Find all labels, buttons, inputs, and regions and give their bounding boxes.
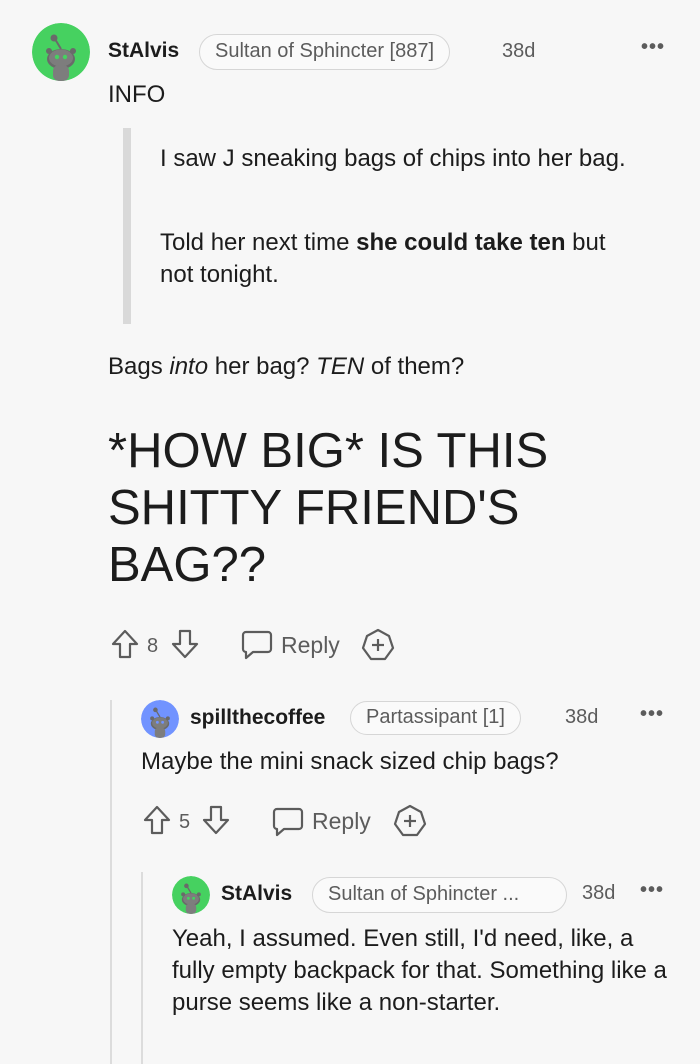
upvote-icon[interactable] [110,628,140,660]
avatar[interactable] [141,700,179,738]
thread-line[interactable] [110,700,112,1064]
blockquote-paragraph: Told her next time she could take ten bu… [160,229,606,288]
comment-text-line: Bags into her bag? TEN of them? [108,353,465,380]
bold-text: she could take ten [356,229,566,256]
comment-body: Yeah, I assumed. Even still, I'd need, l… [172,925,667,1016]
blockquote-paragraph: I saw J sneaking bags of chips into her … [160,145,626,172]
downvote-icon[interactable] [170,628,200,660]
more-options-icon[interactable]: ••• [641,36,665,59]
vote-count: 5 [179,811,191,833]
user-flair: Partassipant [1] [350,701,521,735]
comment-text-info: INFO [108,81,166,108]
user-flair: Sultan of Sphincter ... [312,877,567,913]
more-options-icon[interactable]: ••• [640,879,664,902]
blockquote-bar [123,128,131,324]
snoo-avatar-icon [141,700,179,738]
reply-button[interactable]: Reply [281,632,340,659]
reply-button[interactable]: Reply [312,808,371,835]
comment-age: 38d [582,882,616,904]
comment-age: 38d [502,40,536,62]
award-icon[interactable] [360,628,396,662]
downvote-icon[interactable] [201,804,231,836]
comment-age: 38d [565,706,599,728]
reply-icon[interactable] [240,628,274,660]
comment-body: Maybe the mini snack sized chip bags? [141,748,559,775]
upvote-icon[interactable] [142,804,172,836]
award-icon[interactable] [392,804,428,838]
vote-count: 8 [147,635,159,657]
avatar[interactable] [32,23,90,81]
username[interactable]: StAlvis [221,882,292,906]
avatar[interactable] [172,876,210,914]
thread-line[interactable] [141,872,143,1064]
user-flair: Sultan of Sphincter [887] [199,34,451,70]
username[interactable]: StAlvis [108,39,179,63]
snoo-avatar-icon [172,876,210,914]
comment-heading: *HOW BIG* IS THIS SHITTY FRIEND'S BAG?? [108,424,549,592]
more-options-icon[interactable]: ••• [640,703,664,726]
reply-icon[interactable] [271,805,305,837]
username[interactable]: spillthecoffee [190,706,325,730]
snoo-avatar-icon [32,23,90,81]
